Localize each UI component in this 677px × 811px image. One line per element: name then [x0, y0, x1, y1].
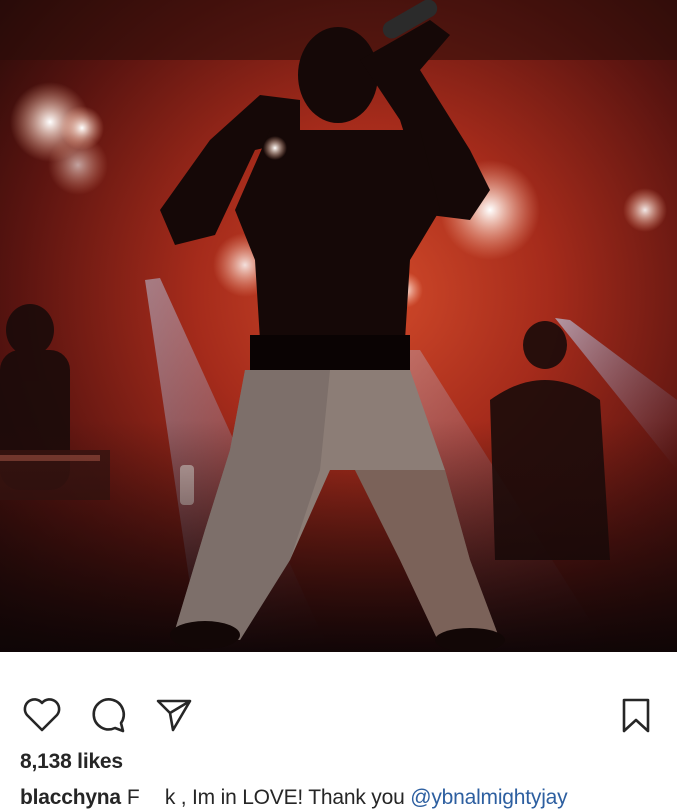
concert-performer-image [0, 0, 677, 652]
bookmark-icon [622, 698, 650, 733]
post-action-bar [0, 683, 677, 743]
comment-bubble-icon [92, 698, 126, 733]
post-photo[interactable] [0, 0, 677, 652]
save-button[interactable] [614, 693, 658, 737]
caption-mention[interactable]: @ybnalmightyjay [410, 786, 567, 809]
paper-plane-icon [156, 699, 192, 732]
caption-username[interactable]: blacchyna [20, 786, 121, 809]
likes-count[interactable]: 8,138 likes [20, 750, 123, 774]
caption-text: k , Im in LOVE! Thank you [164, 786, 405, 809]
caption-text-start: F [126, 786, 140, 809]
post-caption: blacchyna F k , Im in LOVE! Thank you @yb… [20, 786, 568, 810]
comment-button[interactable] [86, 693, 130, 737]
heart-icon [23, 698, 61, 732]
instagram-post: 8,138 likes blacchyna F k , Im in LOVE! T… [0, 0, 677, 811]
share-button[interactable] [152, 693, 196, 737]
like-button[interactable] [20, 693, 64, 737]
